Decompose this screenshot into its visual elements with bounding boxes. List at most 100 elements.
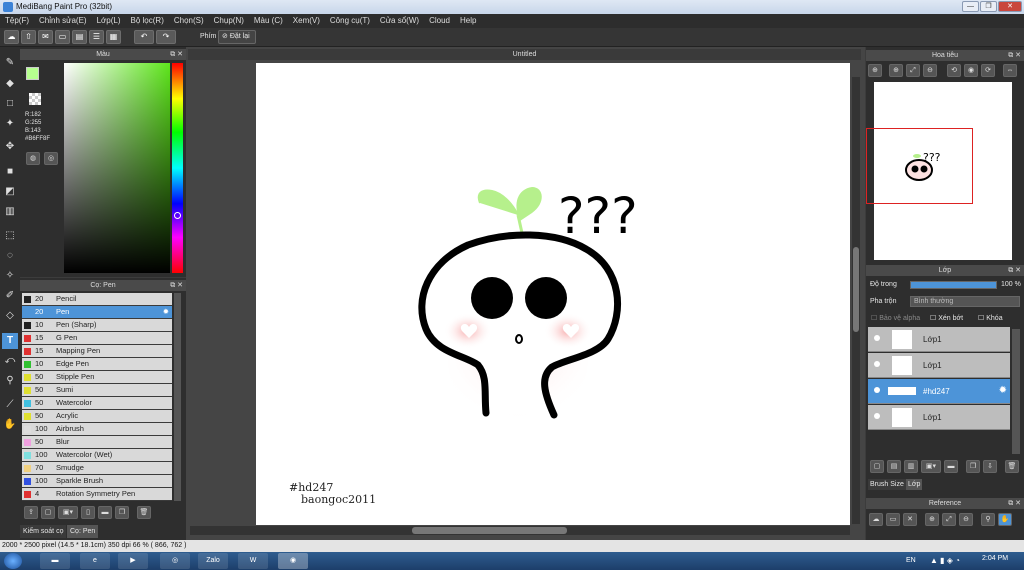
menu-view[interactable]: Xem(V) — [288, 14, 325, 28]
close-icon[interactable]: ⧉ ✕ — [170, 280, 183, 291]
brush-item[interactable]: 100 Airbrush — [22, 423, 172, 436]
brush-item[interactable]: 100 Sparkle Brush — [22, 475, 172, 488]
color-wheel-icon[interactable]: ◎ — [44, 152, 58, 165]
visibility-icon[interactable] — [874, 361, 880, 367]
tab-brush-size[interactable]: Brush Size — [868, 479, 906, 490]
brush-item[interactable]: 10 Edge Pen — [22, 358, 172, 371]
comment-icon[interactable]: ▭ — [55, 30, 70, 44]
folder-icon[interactable]: ▬ — [98, 506, 112, 519]
tab-layer[interactable]: Lớp — [906, 479, 923, 490]
merge-layer-icon[interactable]: ⇩ — [983, 460, 997, 473]
menu-filter[interactable]: Bộ lọc(R) — [126, 14, 169, 28]
magic-wand-tool-icon[interactable]: ✧ — [2, 268, 18, 284]
document-tab[interactable]: Untitled — [188, 49, 861, 60]
menu-select[interactable]: Chọn(S) — [169, 14, 209, 28]
zoom-out-icon[interactable]: ⊖ — [959, 513, 973, 526]
hand-tool-icon[interactable]: ✋ — [2, 417, 18, 433]
palette-icon[interactable]: ◍ — [26, 152, 40, 165]
visibility-icon[interactable] — [874, 413, 880, 419]
brush-menu-icon[interactable]: ▣▾ — [58, 506, 78, 519]
close-icon[interactable]: ⧉ ✕ — [1008, 498, 1021, 509]
menu-edit[interactable]: Chỉnh sửa(E) — [34, 14, 92, 28]
select-tool-icon[interactable]: ⬚ — [2, 228, 18, 244]
close-icon[interactable]: ⧉ ✕ — [170, 49, 183, 60]
text-tool-icon[interactable]: T — [2, 333, 18, 349]
zoom-in-icon[interactable]: ⊕ — [889, 64, 903, 77]
duplicate-layer-icon[interactable]: ❐ — [966, 460, 980, 473]
divide-tool-icon[interactable]: ⟋ — [2, 397, 18, 413]
close-icon[interactable]: ⧉ ✕ — [1008, 50, 1021, 61]
eraser-tool-icon[interactable]: ◆ — [2, 76, 18, 92]
panel-icon[interactable]: ▤ — [72, 30, 87, 44]
lock-checkbox[interactable]: ☐ Khóa — [978, 314, 1003, 322]
new-halftone-layer-icon[interactable]: ▤ — [887, 460, 901, 473]
redo-icon[interactable]: ↷ — [156, 30, 176, 44]
ie-icon[interactable]: e — [80, 553, 110, 569]
select-eraser-tool-icon[interactable]: ◇ — [2, 308, 18, 324]
new-brush-icon[interactable]: ▢ — [41, 506, 55, 519]
layer-menu-icon[interactable]: ▣▾ — [921, 460, 941, 473]
brush-item-selected[interactable]: 20 Pen ✹ — [22, 306, 172, 319]
saturation-value-picker[interactable] — [64, 63, 170, 273]
tab-brush[interactable]: Cọ: Pen — [67, 525, 99, 538]
brush-item[interactable]: 50 Acrylic — [22, 410, 172, 423]
new-layer-icon[interactable]: ▢ — [870, 460, 884, 473]
brush-item[interactable]: 50 Watercolor — [22, 397, 172, 410]
lasso-tool-icon[interactable]: ◌ — [2, 248, 18, 264]
copy-brush-icon[interactable]: ▯ — [81, 506, 95, 519]
brush-item[interactable]: 15 Mapping Pen — [22, 345, 172, 358]
add-brush-icon[interactable]: ⇪ — [24, 506, 38, 519]
folder-icon[interactable]: ▬ — [944, 460, 958, 473]
clock[interactable]: 2:04 PM — [982, 555, 1008, 562]
layer-list-scrollbar[interactable] — [1012, 329, 1020, 454]
bucket-tool-icon[interactable]: ◩ — [2, 184, 18, 200]
menu-window[interactable]: Cửa sổ(W) — [375, 14, 424, 28]
app-icon[interactable]: ◎ — [160, 553, 190, 569]
horizontal-scroll-thumb[interactable] — [412, 527, 567, 534]
gradient-tool-icon[interactable]: ▥ — [2, 204, 18, 220]
tab-brush-control[interactable]: Kiểm soát cọ — [20, 525, 67, 538]
blend-mode-select[interactable]: Bình thường — [910, 296, 1020, 307]
hand-icon[interactable]: ✋ — [998, 513, 1012, 526]
fit-icon[interactable]: ⤢ — [942, 513, 956, 526]
gear-icon[interactable]: ✹ — [999, 385, 1007, 396]
brush-item[interactable]: 50 Sumi — [22, 384, 172, 397]
minimize-button[interactable]: — — [962, 1, 979, 12]
explorer-icon[interactable]: ▬ — [40, 553, 70, 569]
zoom-out-icon[interactable]: ⊖ — [923, 64, 937, 77]
menu-layer[interactable]: Lớp(L) — [92, 14, 126, 28]
move-tool-icon[interactable]: ✥ — [2, 139, 18, 155]
duplicate-icon[interactable]: ❐ — [115, 506, 129, 519]
hue-handle[interactable] — [174, 212, 181, 219]
layer-row[interactable]: Lớp1 — [868, 327, 1010, 352]
close-icon[interactable]: ⧉ ✕ — [1008, 265, 1021, 276]
opacity-slider[interactable] — [910, 281, 997, 289]
open-reference-icon[interactable]: ▭ — [886, 513, 900, 526]
maximize-button[interactable]: ❐ — [980, 1, 997, 12]
undo-icon[interactable]: ↶ — [134, 30, 154, 44]
chat-icon[interactable]: ✉ — [38, 30, 53, 44]
brush-item[interactable]: 50 Stipple Pen — [22, 371, 172, 384]
clipping-checkbox[interactable]: ☐ Xén bớt — [930, 314, 963, 322]
zoom-in-icon[interactable]: ⊕ — [925, 513, 939, 526]
rotate-icon[interactable]: ⟲ — [947, 64, 961, 77]
menu-help[interactable]: Help — [455, 14, 481, 28]
trash-icon[interactable]: 🗑 — [137, 506, 151, 519]
menu-color[interactable]: Màu (C) — [249, 14, 288, 28]
close-button[interactable]: ✕ — [998, 1, 1022, 12]
hue-slider[interactable] — [172, 63, 183, 273]
horizontal-scrollbar[interactable] — [190, 526, 850, 535]
eyedropper-icon[interactable]: ⚲ — [981, 513, 995, 526]
cloud-upload-icon[interactable]: ☁ — [869, 513, 883, 526]
brush-item[interactable]: 15 G Pen — [22, 332, 172, 345]
fill-rect-tool-icon[interactable]: ■ — [2, 164, 18, 180]
eyedropper-tool-icon[interactable]: ⚲ — [2, 373, 18, 389]
transparent-color-swatch[interactable] — [29, 93, 41, 105]
media-player-icon[interactable]: ▶ — [118, 553, 148, 569]
protect-alpha-checkbox[interactable]: ☐ Bảo vệ alpha — [871, 314, 920, 322]
brush-item[interactable]: 20 Pencil — [22, 293, 172, 306]
list-icon[interactable]: ☰ — [89, 30, 104, 44]
rotate-right-icon[interactable]: ⟳ — [981, 64, 995, 77]
tray-icons[interactable]: ▲ ▮ ◈ ◔ — [930, 556, 960, 565]
menu-cloud[interactable]: Cloud — [424, 14, 455, 28]
